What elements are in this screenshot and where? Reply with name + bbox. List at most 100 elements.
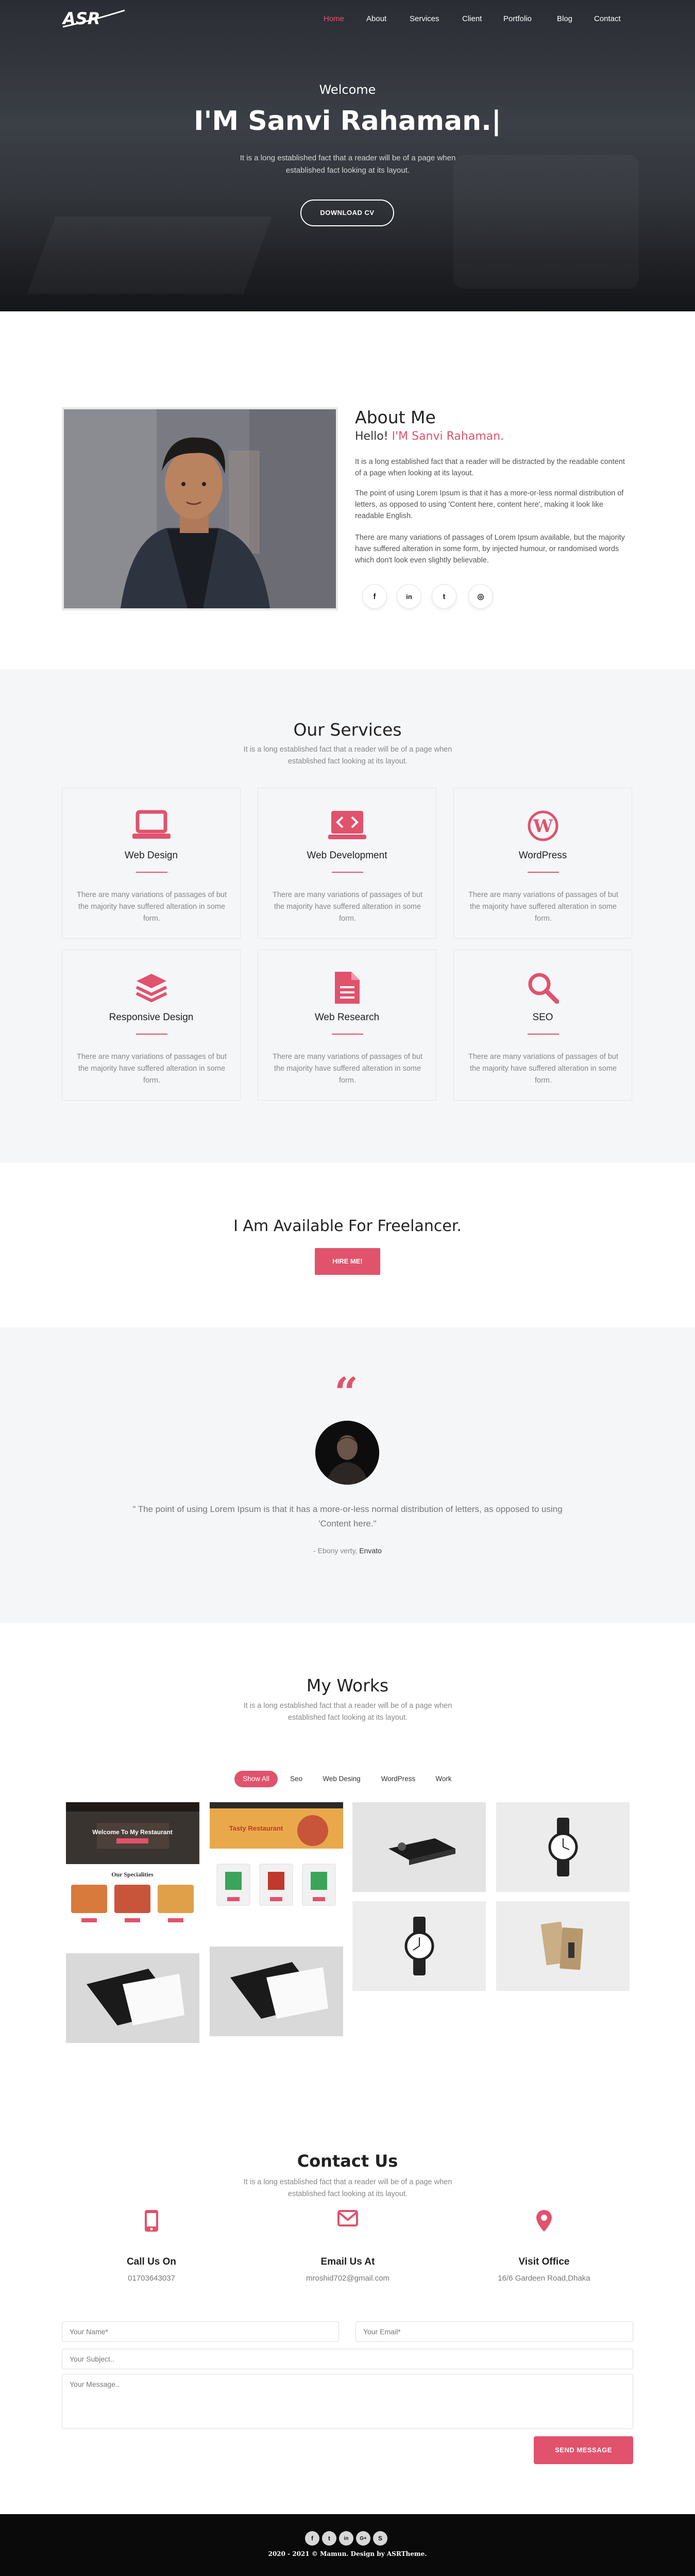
testimonial-author: - Ebony verty, Envato <box>0 1547 695 1555</box>
portfolio-item[interactable] <box>352 1802 486 1892</box>
phone-icon <box>136 2210 167 2233</box>
download-cv-button[interactable]: DOWNLOAD CV <box>300 200 394 226</box>
nav-item-about[interactable]: About <box>366 14 386 23</box>
svg-text:Tasty Restaurant: Tasty Restaurant <box>229 1824 283 1832</box>
layers-icon <box>62 972 240 1003</box>
nav-item-services[interactable]: Services <box>410 14 439 23</box>
svg-text:Welcome To My Restaurant: Welcome To My Restaurant <box>92 1829 173 1836</box>
quote-icon: “ <box>334 1368 359 1417</box>
service-divider <box>528 872 559 873</box>
nav-item-contact[interactable]: Contact <box>594 14 621 23</box>
portfolio-item[interactable]: Welcome To My Restaurant Our Specialitie… <box>66 1802 199 1942</box>
about-hello: Hello! I'M Sanvi Rahaman. <box>355 430 504 443</box>
subject-field[interactable]: Your Subject.. <box>62 2349 633 2369</box>
service-name: Web Design <box>124 850 178 861</box>
svg-text:W: W <box>532 816 553 837</box>
service-card-web-research[interactable]: Web Research There are many variations o… <box>258 950 436 1101</box>
filter-show-all[interactable]: Show All <box>234 1771 278 1787</box>
service-description: There are many variations of passages of… <box>468 1053 618 1085</box>
portfolio-item[interactable] <box>496 1901 630 1991</box>
twitter-icon[interactable]: t <box>432 584 456 609</box>
facebook-icon[interactable]: f <box>362 584 387 609</box>
svg-text:Our Specialities: Our Specialities <box>111 1871 154 1878</box>
service-divider <box>332 1034 363 1035</box>
services-subtitle: It is a long established fact that a rea… <box>243 745 452 766</box>
service-name: SEO <box>532 1012 553 1023</box>
works-title: My Works <box>306 1675 389 1696</box>
service-name: WordPress <box>518 850 567 861</box>
email-field[interactable]: Your Email* <box>355 2321 633 2342</box>
hire-me-button[interactable]: HIRE ME! <box>315 1248 380 1275</box>
nav-item-home[interactable]: Home <box>324 14 344 23</box>
copyright: 2020 - 2021 © Mamun. Design by ASRTheme. <box>268 2550 427 2557</box>
hero-description: It is a long established fact that a rea… <box>240 154 456 175</box>
service-name: Web Development <box>307 850 387 861</box>
testimonial-text: " The point of using Lorem Ipsum is that… <box>132 1504 563 1528</box>
magnifier-icon <box>454 972 632 1004</box>
contact-title: Contact Us <box>297 2151 398 2171</box>
testimonial-author-name: - Ebony verty, <box>313 1547 358 1555</box>
service-description: There are many variations of passages of… <box>273 1053 422 1085</box>
portfolio-item[interactable]: Tasty Restaurant <box>210 1802 343 1936</box>
contact-office-title: Visit Office <box>518 2256 570 2267</box>
filter-web-design[interactable]: Web Desing <box>317 1771 366 1787</box>
laptop-icon <box>62 810 240 841</box>
envelope-icon <box>332 2210 363 2233</box>
service-card-web-development[interactable]: Web Development There are many variation… <box>258 788 436 939</box>
filter-work[interactable]: Work <box>430 1771 457 1787</box>
linkedin-icon[interactable]: in <box>397 584 421 609</box>
about-hello-name: I'M Sanvi Rahaman. <box>392 430 504 443</box>
portfolio-item[interactable] <box>352 1901 486 1991</box>
linkedin-icon[interactable]: in <box>339 2531 353 2546</box>
skype-icon[interactable]: S <box>373 2531 387 2546</box>
nav-item-blog[interactable]: Blog <box>557 14 572 23</box>
nav-item-client[interactable]: Client <box>462 14 482 23</box>
site-logo[interactable]: ASR <box>61 7 128 30</box>
facebook-icon[interactable]: f <box>305 2531 319 2546</box>
about-paragraph: The point of using Lorem Ipsum is that i… <box>355 489 624 520</box>
service-description: There are many variations of passages of… <box>273 891 422 923</box>
map-pin-icon <box>529 2210 560 2233</box>
filter-seo[interactable]: Seo <box>285 1771 308 1787</box>
portfolio-item[interactable] <box>210 1947 343 2036</box>
message-field[interactable]: Your Message.. <box>62 2374 633 2429</box>
twitter-icon[interactable]: t <box>322 2531 336 2546</box>
avatar <box>315 1421 379 1485</box>
service-name: Responsive Design <box>109 1012 194 1023</box>
about-photo <box>62 407 338 610</box>
service-description: There are many variations of passages of… <box>77 891 227 923</box>
contact-email-value[interactable]: mroshid702@gmail.com <box>270 2274 425 2283</box>
service-name: Web Research <box>314 1012 380 1023</box>
hero-background-shape <box>27 217 272 294</box>
about-paragraph: There are many variations of passages of… <box>355 534 625 564</box>
services-title: Our Services <box>293 720 402 740</box>
contact-email-title: Email Us At <box>320 2256 375 2267</box>
hero-background-shape <box>453 155 639 289</box>
portfolio-item[interactable] <box>66 1953 199 2043</box>
freelancer-title: I Am Available For Freelancer. <box>233 1217 462 1235</box>
service-card-wordpress[interactable]: W WordPress There are many variations of… <box>453 788 632 939</box>
contact-phone-value[interactable]: 01703643037 <box>74 2274 229 2283</box>
service-card-responsive-design[interactable]: Responsive Design There are many variati… <box>62 950 241 1101</box>
filter-wordpress[interactable]: WordPress <box>375 1771 421 1787</box>
service-card-seo[interactable]: SEO There are many variations of passage… <box>453 950 632 1101</box>
google-plus-icon[interactable]: G+ <box>356 2531 370 2546</box>
contact-subtitle: It is a long established fact that a rea… <box>243 2178 452 2198</box>
service-divider <box>136 872 167 873</box>
nav-item-portfolio[interactable]: Portfolio <box>503 14 532 23</box>
about-hello-word: Hello! <box>355 430 388 443</box>
service-description: There are many variations of passages of… <box>77 1053 227 1085</box>
portfolio-item[interactable] <box>496 1802 630 1892</box>
service-divider <box>528 1034 559 1035</box>
service-divider <box>136 1034 167 1035</box>
send-message-button[interactable]: SEND MESSAGE <box>534 2436 633 2464</box>
hero-welcome: Welcome <box>319 82 376 97</box>
name-field[interactable]: Your Name* <box>62 2321 339 2342</box>
contact-office-value: 16/6 Gardeen Road,Dhaka <box>498 2274 590 2283</box>
about-title: About Me <box>355 407 436 427</box>
about-paragraph: It is a long established fact that a rea… <box>355 458 625 477</box>
contact-phone-title: Call Us On <box>126 2256 177 2267</box>
instagram-icon[interactable]: ◎ <box>468 584 493 609</box>
service-card-web-design[interactable]: Web Design There are many variations of … <box>62 788 241 939</box>
wordpress-icon: W <box>454 810 632 841</box>
